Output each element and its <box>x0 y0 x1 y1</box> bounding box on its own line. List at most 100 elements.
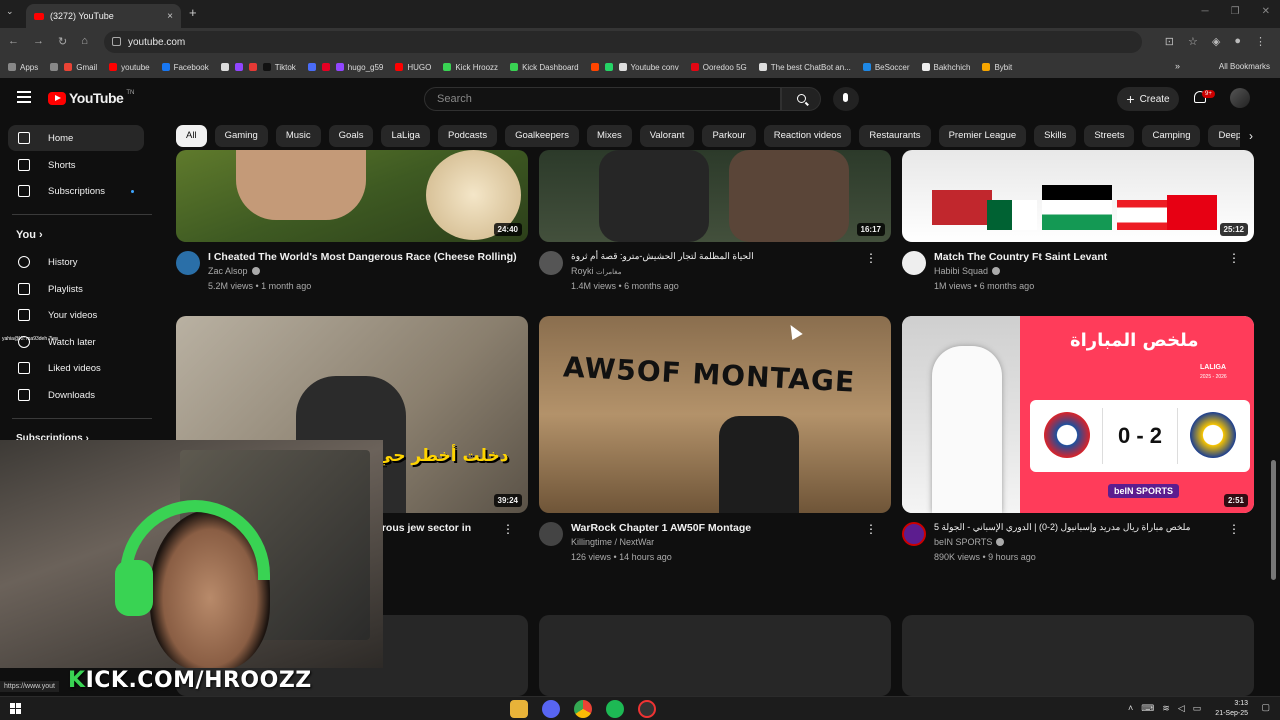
filter-chip[interactable]: Gaming <box>214 125 268 147</box>
page-scrollbar[interactable] <box>1271 460 1276 580</box>
bookmark-item[interactable] <box>220 63 229 71</box>
voice-search-button[interactable] <box>833 87 859 111</box>
filter-chip[interactable]: Valorant <box>639 125 695 147</box>
bookmark-item[interactable]: Tiktok <box>262 63 296 72</box>
install-icon[interactable]: ⊡ <box>1165 35 1174 48</box>
sidebar-item-watch-later[interactable]: Watch later <box>8 329 144 355</box>
sidebar-item-liked-videos[interactable]: Liked videos <box>8 355 144 381</box>
battery-icon[interactable]: ▭ <box>1193 703 1202 714</box>
channel-avatar[interactable] <box>902 251 926 275</box>
forward-icon[interactable]: → <box>33 35 44 48</box>
sidebar-item-shorts[interactable]: Shorts <box>8 152 144 178</box>
filter-chip[interactable]: Goalkeepers <box>505 125 579 147</box>
channel-name[interactable]: Royki مغامرات <box>571 266 621 276</box>
bookmark-item[interactable] <box>248 63 257 71</box>
minimize-icon[interactable]: ─ <box>1202 6 1209 17</box>
home-icon[interactable]: ⌂ <box>81 35 88 48</box>
more-options-icon[interactable]: ⋮ <box>502 522 514 536</box>
filter-chip[interactable]: Podcasts <box>438 125 498 147</box>
channel-avatar-live[interactable] <box>902 522 926 546</box>
more-options-icon[interactable]: ⋮ <box>1228 251 1240 265</box>
all-bookmarks-button[interactable]: All Bookmarks <box>1219 62 1270 71</box>
bookmark-item[interactable] <box>50 63 59 71</box>
video-thumbnail[interactable]: 24:40 <box>176 150 528 242</box>
keyboard-icon[interactable]: ⌨ <box>1141 703 1154 714</box>
filter-chip[interactable]: Mixes <box>586 125 632 147</box>
bookmark-item[interactable]: Kick Dashboard <box>510 63 579 72</box>
profile-icon[interactable]: ● <box>1234 35 1241 48</box>
site-info-icon[interactable] <box>112 37 121 46</box>
wifi-icon[interactable]: ≋ <box>1162 703 1170 714</box>
bookmark-item[interactable] <box>307 63 316 71</box>
chips-next-arrow-icon[interactable]: › <box>1240 125 1262 147</box>
filter-chip[interactable]: Parkour <box>702 125 756 147</box>
bookmark-item[interactable] <box>604 63 613 71</box>
bookmark-item[interactable]: youtube <box>109 63 150 72</box>
bookmarks-overflow-icon[interactable]: » <box>1175 61 1180 71</box>
bookmark-item[interactable]: Kick Hroozz <box>443 63 498 72</box>
bookmark-item[interactable]: HUGO <box>395 63 431 72</box>
channel-avatar[interactable] <box>539 522 563 546</box>
bookmark-item[interactable] <box>234 63 243 71</box>
chrome-icon[interactable] <box>574 700 592 718</box>
bookmark-item[interactable]: Facebook <box>161 63 209 72</box>
bookmark-item[interactable] <box>321 63 330 71</box>
video-thumbnail[interactable]: ملخص المباراة LALIGA 2025 - 2026 0 - 2 b… <box>902 316 1254 513</box>
extension-icon[interactable]: ◈ <box>1212 35 1220 48</box>
sidebar-item-subscriptions[interactable]: Subscriptions <box>8 178 144 204</box>
file-explorer-icon[interactable] <box>510 700 528 718</box>
channel-name[interactable]: Habibi Squad <box>934 266 1001 276</box>
video-thumbnail[interactable]: 16:17 <box>539 150 891 242</box>
url-input[interactable]: youtube.com <box>104 31 1142 53</box>
tray-chevron-icon[interactable]: ˄ <box>1128 703 1133 714</box>
restore-icon[interactable]: ❐ <box>1231 6 1240 17</box>
you-section-header[interactable]: You › <box>16 229 43 241</box>
channel-name[interactable]: Zac Alsop <box>208 266 260 276</box>
video-title[interactable]: I Cheated The World's Most Dangerous Rac… <box>208 251 517 263</box>
bookmark-item[interactable]: Bakhchich <box>921 63 970 72</box>
filter-chip[interactable]: Camping <box>1142 125 1201 147</box>
tab-search-icon[interactable]: ⌄ <box>6 6 14 17</box>
new-tab-icon[interactable]: + <box>189 5 197 20</box>
clock[interactable]: 3:13 21-Sep-25 <box>1215 699 1248 719</box>
filter-chip[interactable]: Goals <box>328 125 374 147</box>
bookmark-item[interactable]: Bybit <box>982 63 1012 72</box>
filter-chip[interactable]: Premier League <box>938 125 1027 147</box>
hamburger-menu-icon[interactable] <box>17 91 31 103</box>
bookmark-item[interactable]: Apps <box>8 63 38 72</box>
filter-chip[interactable]: LaLiga <box>381 125 430 147</box>
reload-icon[interactable]: ↻ <box>58 35 67 48</box>
spotify-icon[interactable] <box>606 700 624 718</box>
sidebar-item-downloads[interactable]: Downloads <box>8 382 144 408</box>
filter-chip[interactable]: All <box>176 125 207 147</box>
close-window-icon[interactable]: ✕ <box>1262 6 1270 17</box>
bookmark-star-icon[interactable]: ☆ <box>1188 35 1198 48</box>
sidebar-item-your-videos[interactable]: Your videos <box>8 302 144 328</box>
discord-icon[interactable] <box>542 700 560 718</box>
sidebar-item-history[interactable]: History <box>8 249 144 275</box>
menu-dots-icon[interactable]: ⋮ <box>1255 35 1266 48</box>
search-button[interactable] <box>781 87 821 111</box>
channel-name[interactable]: beIN SPORTS <box>934 537 1005 547</box>
channel-avatar[interactable] <box>176 251 200 275</box>
bookmark-item[interactable]: The best ChatBot an... <box>758 63 851 72</box>
windows-start-icon[interactable] <box>10 703 21 714</box>
account-avatar[interactable] <box>1230 88 1250 108</box>
sidebar-item-home[interactable]: Home <box>8 125 144 151</box>
video-title[interactable]: WarRock Chapter 1 AW50F Montage <box>571 522 751 534</box>
bookmark-item[interactable]: BeSoccer <box>862 63 910 72</box>
filter-chip[interactable]: Restaurants <box>859 125 931 147</box>
close-tab-icon[interactable]: × <box>167 11 173 22</box>
more-options-icon[interactable]: ⋮ <box>865 522 877 536</box>
video-title[interactable]: Match The Country Ft Saint Levant <box>934 251 1107 263</box>
filter-chip[interactable]: Reaction videos <box>763 125 852 147</box>
bookmark-item[interactable]: hugo_g59 <box>335 63 383 72</box>
video-thumbnail[interactable]: 25:12 <box>902 150 1254 242</box>
youtube-logo[interactable]: YouTube TN <box>48 90 134 106</box>
search-input[interactable]: Search <box>424 87 781 111</box>
video-title[interactable]: ملخص مباراة ريال مدريد وإسبانيول (2-0) |… <box>934 522 1190 533</box>
channel-avatar[interactable] <box>539 251 563 275</box>
channel-name[interactable]: Killingtime / NextWar <box>571 537 654 547</box>
bookmark-item[interactable]: Youtube conv <box>618 63 679 72</box>
browser-tab[interactable]: (3272) YouTube × <box>26 4 181 28</box>
